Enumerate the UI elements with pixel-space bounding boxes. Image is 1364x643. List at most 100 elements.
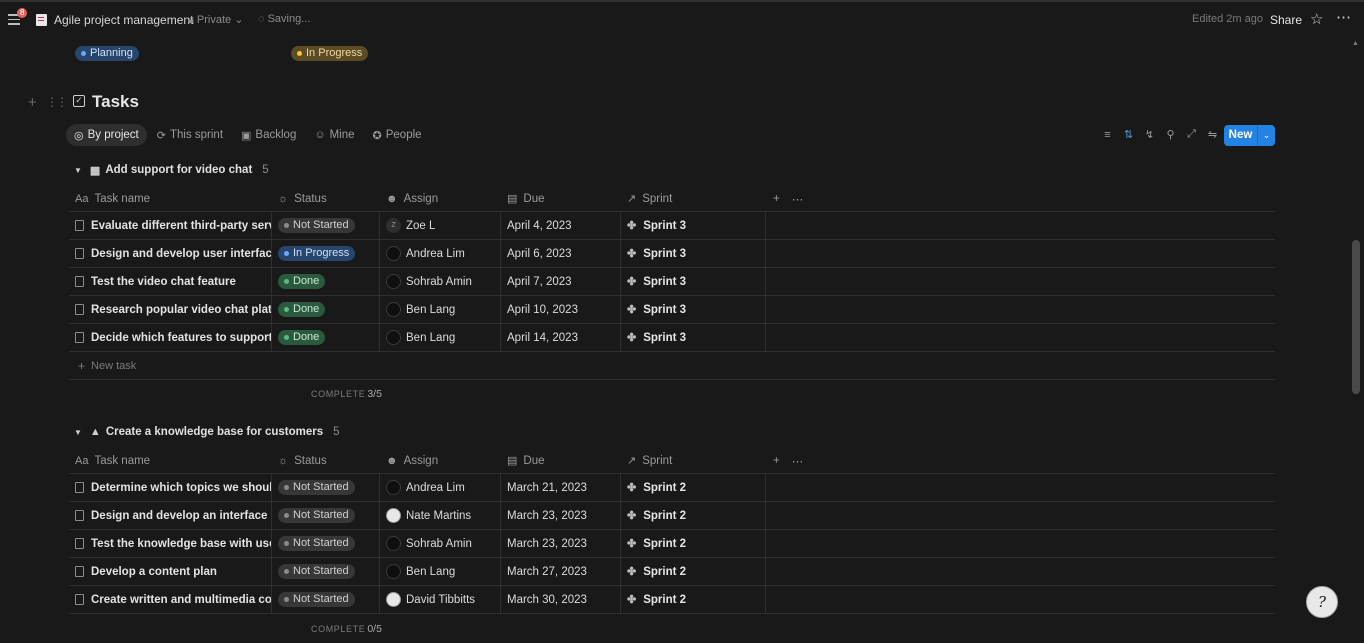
due-date[interactable]: April 4, 2023 [507,220,572,232]
table-row[interactable]: Create written and multimedia content No… [69,586,1275,614]
table-row[interactable]: Determine which topics we should cover N… [69,474,1275,502]
due-date[interactable]: April 7, 2023 [507,276,572,288]
new-button[interactable]: New ⌄ [1224,125,1275,146]
due-date[interactable]: March 27, 2023 [507,566,587,578]
tab-mine[interactable]: ☺ Mine [306,124,362,146]
tab-this-sprint[interactable]: ⟳ This sprint [149,124,231,146]
column-task-name[interactable]: Aa Task name [69,448,272,473]
table-row[interactable]: Test the knowledge base with users Not S… [69,530,1275,558]
more-icon[interactable]: ⋯ [792,454,804,468]
table-row[interactable]: Evaluate different third-party services … [69,212,1275,240]
due-date[interactable]: March 21, 2023 [507,482,587,494]
menu-icon[interactable]: 8 [8,8,28,27]
sort-icon[interactable]: ⇅ [1118,128,1139,141]
scrollbar-thumb[interactable] [1352,240,1360,394]
sprint-link[interactable]: Sprint 3 [643,276,686,288]
task-name[interactable]: Design and develop an interface [91,510,267,522]
table-row[interactable]: Test the video chat feature Done Sohrab … [69,268,1275,296]
assignee-name[interactable]: Sohrab Amin [406,276,472,288]
sprint-link[interactable]: Sprint 3 [643,220,686,232]
filter-icon[interactable]: ≡ [1097,129,1118,141]
column-task-name[interactable]: Aa Task name [69,186,272,211]
privacy-selector[interactable]: 🔒︎ Private ⌄ [188,13,243,27]
settings-icon[interactable]: ⇋ [1202,128,1223,141]
expand-icon[interactable]: ⤢ [1181,128,1202,141]
assignee-name[interactable]: Nate Martins [406,510,471,522]
status-badge[interactable]: Not Started [278,564,355,579]
due-date[interactable]: April 10, 2023 [507,304,578,316]
more-icon[interactable]: ⋯ [1336,8,1352,26]
due-date[interactable]: April 6, 2023 [507,248,572,260]
tab-people[interactable]: ✪ People [365,124,430,146]
drag-handle-icon[interactable]: ⋮⋮ [46,95,68,109]
column-sprint[interactable]: ↗ Sprint [621,186,766,211]
column-due[interactable]: ▤ Due [501,186,621,211]
group-header[interactable]: ▼ ▲ Create a knowledge base for customer… [74,424,340,440]
task-name[interactable]: Evaluate different third-party services [91,220,271,232]
task-name[interactable]: Develop a content plan [91,566,217,578]
task-name[interactable]: Design and develop user interface [91,248,271,260]
table-row[interactable]: Develop a content plan Not Started Ben L… [69,558,1275,586]
sprint-link[interactable]: Sprint 2 [643,482,686,494]
task-name[interactable]: Create written and multimedia content [91,594,271,606]
add-block-icon[interactable]: + [28,94,37,111]
assignee-name[interactable]: Zoe L [406,220,435,232]
column-due[interactable]: ▤ Due [501,448,621,473]
assignee-name[interactable]: Ben Lang [406,332,455,344]
assignee-name[interactable]: Andrea Lim [406,248,465,260]
sprint-link[interactable]: Sprint 3 [643,304,686,316]
assignee-name[interactable]: Ben Lang [406,304,455,316]
column-assign[interactable]: ☻ Assign [380,186,501,211]
collapse-icon[interactable]: ▼ [74,166,82,175]
table-row[interactable]: Decide which features to support Done Be… [69,324,1275,352]
status-badge[interactable]: Done [278,330,326,345]
status-badge[interactable]: In Progress [278,246,356,261]
assignee-name[interactable]: Ben Lang [406,566,455,578]
assignee-name[interactable]: Andrea Lim [406,482,465,494]
new-task-button[interactable]: + New task [69,352,1275,380]
scroll-up-icon[interactable]: ▲ [1352,40,1359,47]
task-name[interactable]: Test the video chat feature [91,276,236,288]
due-date[interactable]: April 14, 2023 [507,332,578,344]
task-name[interactable]: Decide which features to support [91,332,271,344]
table-row[interactable]: Design and develop an interface Not Star… [69,502,1275,530]
assignee-name[interactable]: Sohrab Amin [406,538,472,550]
tab-by-project[interactable]: ◎ By project [66,124,147,146]
due-date[interactable]: March 30, 2023 [507,594,587,606]
column-status[interactable]: ☼ Status [272,186,380,211]
task-name[interactable]: Research popular video chat platforms [91,304,271,316]
status-badge[interactable]: Not Started [278,218,355,233]
star-icon[interactable]: ☆ [1310,10,1323,28]
page-breadcrumb-title[interactable]: Agile project management [54,13,193,27]
task-name[interactable]: Test the knowledge base with users [91,538,271,550]
table-row[interactable]: Research popular video chat platforms Do… [69,296,1275,324]
table-row[interactable]: Design and develop user interface In Pro… [69,240,1275,268]
add-column-icon[interactable]: + [773,193,780,205]
due-date[interactable]: March 23, 2023 [507,538,587,550]
sprint-link[interactable]: Sprint 3 [643,332,686,344]
column-sprint[interactable]: ↗ Sprint [621,448,766,473]
assignee-name[interactable]: David Tibbitts [406,594,475,606]
more-icon[interactable]: ⋯ [792,192,804,206]
add-column-icon[interactable]: + [773,455,780,467]
column-status[interactable]: ☼ Status [272,448,380,473]
in-progress-pill[interactable]: In Progress [291,46,369,61]
planning-pill[interactable]: Planning [75,46,139,61]
group-header[interactable]: ▼ ▩ Add support for video chat 5 [74,162,269,178]
status-badge[interactable]: Done [278,302,326,317]
sprint-link[interactable]: Sprint 2 [643,594,686,606]
collapse-icon[interactable]: ▼ [74,428,82,437]
sprint-link[interactable]: Sprint 2 [643,566,686,578]
share-button[interactable]: Share [1270,13,1302,27]
status-badge[interactable]: Not Started [278,536,355,551]
task-name[interactable]: Determine which topics we should cover [91,482,271,494]
status-badge[interactable]: Done [278,274,326,289]
help-button[interactable]: ? [1306,586,1338,618]
status-badge[interactable]: Not Started [278,480,355,495]
column-assign[interactable]: ☻ Assign [380,448,501,473]
status-badge[interactable]: Not Started [278,592,355,607]
sprint-link[interactable]: Sprint 3 [643,248,686,260]
tab-backlog[interactable]: ▣ Backlog [233,124,304,146]
sprint-link[interactable]: Sprint 2 [643,510,686,522]
automation-icon[interactable]: ↯ [1139,128,1160,141]
